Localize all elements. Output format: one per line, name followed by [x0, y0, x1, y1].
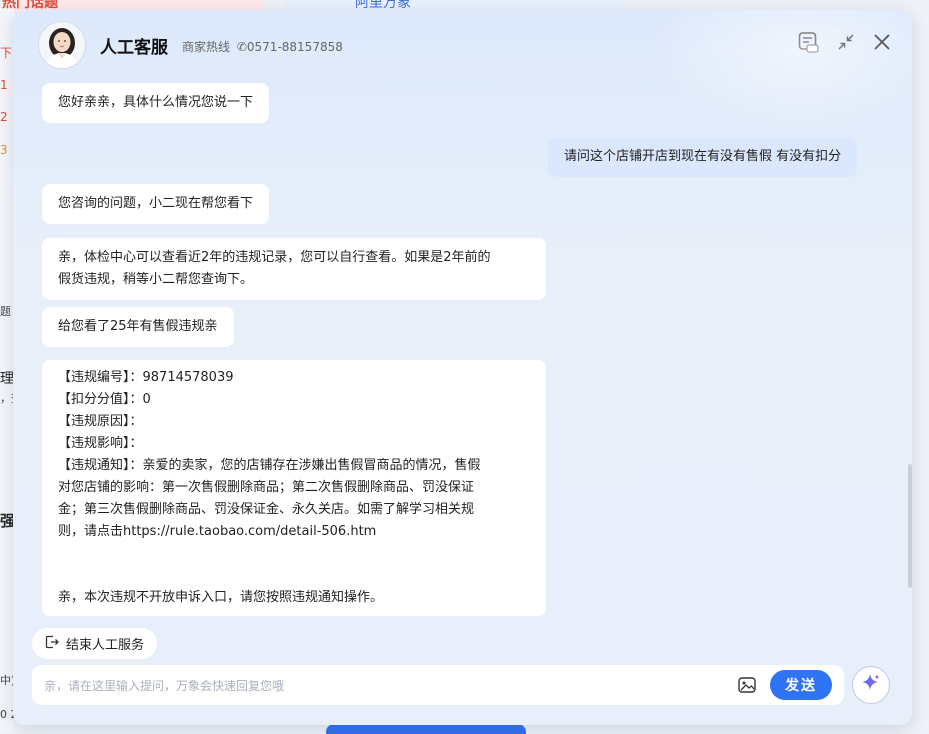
- chat-header: 人工客服 商家热线 ✆0571-88157858: [13, 10, 912, 78]
- exit-icon: [44, 634, 60, 654]
- user-message: 请问这个店铺开店到现在有没有售假 有没有扣分: [548, 137, 858, 177]
- phone-icon: ✆: [236, 40, 247, 54]
- image-upload-icon[interactable]: [737, 675, 757, 695]
- hotline-label: 商家热线: [182, 40, 231, 54]
- message-text: 请问这个店铺开店到现在有没有售假 有没有扣分: [564, 149, 842, 164]
- customer-service-chat-window: 人工客服 商家热线 ✆0571-88157858 您好亲亲，具体什么情况您说一下…: [13, 10, 912, 725]
- violation-notice: 对您店铺的影响：第一次售假删除商品；第二次售假删除商品、罚没保证: [58, 480, 475, 495]
- agent-message: 您咨询的问题，小二现在帮您看下: [42, 184, 270, 224]
- violation-id: 【违规编号】：98714578039: [58, 370, 234, 385]
- background-fragment: 理: [0, 371, 14, 387]
- agent-message: 给您看了25年有售假违规亲: [42, 307, 234, 347]
- background-fragment: 3: [0, 143, 8, 157]
- message-text: 亲，体检中心可以查看近2年的违规记录，您可以自行查看。如果是2年前的: [58, 250, 491, 265]
- message-input-box: 发送: [32, 665, 844, 707]
- appeal-notice: 亲，本次违规不开放申诉入口，请您按照违规通知操作。: [58, 590, 384, 605]
- message-text: 假货违规，稍等小二帮您查询下。: [58, 272, 254, 287]
- chat-title: 人工客服: [100, 38, 168, 58]
- message-text: 您好亲亲，具体什么情况您说一下: [58, 95, 254, 110]
- minimize-icon[interactable]: [834, 30, 858, 54]
- background-fragment: 题: [0, 305, 11, 318]
- violation-notice: 金；第三次售假删除商品、罚没保证金、永久关店。如需了解学习相关规: [58, 502, 475, 517]
- scrollbar-thumb[interactable]: [908, 464, 912, 588]
- message-text: 您咨询的问题，小二现在帮您看下: [58, 196, 254, 211]
- background-fragment: 下: [0, 46, 13, 60]
- message-list[interactable]: 您好亲亲，具体什么情况您说一下 请问这个店铺开店到现在有没有售假 有没有扣分 您…: [13, 78, 912, 633]
- end-service-label: 结束人工服务: [66, 638, 145, 653]
- deduction-points: 【扣分分值】：0: [58, 392, 151, 407]
- agent-avatar: [38, 21, 86, 69]
- send-button[interactable]: 发送: [770, 670, 832, 700]
- violation-detail-message: 【违规编号】：98714578039 【扣分分值】：0 【违规原因】： 【违规影…: [42, 360, 546, 616]
- close-icon[interactable]: [870, 30, 894, 54]
- message-input[interactable]: [42, 665, 726, 707]
- end-service-button[interactable]: 结束人工服务: [32, 628, 158, 659]
- violation-impact: 【违规影响】：: [58, 436, 143, 451]
- agent-message: 您好亲亲，具体什么情况您说一下: [42, 83, 270, 123]
- ai-assistant-button[interactable]: [852, 666, 890, 704]
- violation-reason: 【违规原因】：: [58, 414, 143, 429]
- sparkle-icon: [860, 672, 882, 698]
- background-blue-button: [326, 724, 526, 734]
- violation-notice: 【违规通知】：亲爱的卖家，您的店铺存在涉嫌出售假冒商品的情况，售假: [58, 458, 481, 473]
- agent-message: 亲，体检中心可以查看近2年的违规记录，您可以自行查看。如果是2年前的 假货违规，…: [42, 238, 546, 300]
- hotline-number: 0571-88157858: [246, 40, 343, 54]
- background-fragment: 2: [0, 110, 8, 124]
- rule-link-line[interactable]: 则，请点击https://rule.taobao.com/detail-506.…: [58, 521, 530, 543]
- merchant-hotline: 商家热线 ✆0571-88157858: [182, 38, 343, 55]
- message-text: 给您看了25年有售假违规亲: [58, 319, 218, 334]
- background-fragment: 1: [0, 78, 8, 92]
- feedback-icon[interactable]: [796, 30, 820, 54]
